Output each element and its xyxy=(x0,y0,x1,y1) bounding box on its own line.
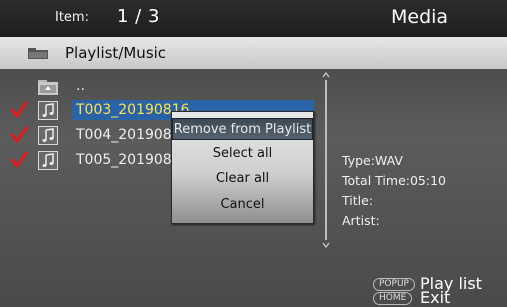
media-screen: Item: 1 / 3 Media Playlist/Music .. T003… xyxy=(0,0,507,307)
scrollbar[interactable] xyxy=(322,72,330,248)
scroll-up-icon xyxy=(322,72,330,78)
list-item-label: .. xyxy=(76,78,85,94)
info-title: Title: xyxy=(342,193,373,208)
list-item-label: T005_201908 xyxy=(76,152,172,168)
menu-item-cancel[interactable]: Cancel xyxy=(172,194,313,216)
scroll-down-icon xyxy=(322,242,330,248)
checkmark-icon xyxy=(10,151,28,168)
path-text: Playlist/Music xyxy=(65,44,167,62)
scroll-track xyxy=(325,80,327,240)
list-item-label: T004_201908 xyxy=(76,127,172,143)
top-bar: Item: 1 / 3 Media xyxy=(0,0,507,37)
list-item-parent[interactable]: .. xyxy=(0,76,320,98)
folder-up-icon xyxy=(38,80,58,95)
screen-title: Media xyxy=(391,6,449,28)
hint-exit: Exit xyxy=(420,288,451,307)
menu-item-select-all[interactable]: Select all xyxy=(172,143,313,165)
music-file-icon xyxy=(38,101,58,120)
popup-menu: Remove from Playlist Select all Clear al… xyxy=(171,111,314,224)
info-total-time: Total Time:05:10 xyxy=(342,173,446,188)
item-label: Item: xyxy=(55,10,89,25)
menu-item-clear-all[interactable]: Clear all xyxy=(172,168,313,190)
info-type: Type:WAV xyxy=(342,153,403,168)
music-file-icon xyxy=(38,126,58,145)
path-bar: Playlist/Music xyxy=(0,37,507,69)
popup-key-badge: POPUP xyxy=(373,278,415,291)
music-file-icon xyxy=(38,151,58,170)
folder-icon xyxy=(28,48,48,59)
menu-item-remove-from-playlist[interactable]: Remove from Playlist xyxy=(172,118,313,140)
home-key-badge: HOME xyxy=(373,292,413,305)
checkmark-icon xyxy=(10,101,28,118)
info-artist: Artist: xyxy=(342,213,380,228)
checkmark-icon xyxy=(10,126,28,143)
item-count: 1 / 3 xyxy=(117,6,160,27)
